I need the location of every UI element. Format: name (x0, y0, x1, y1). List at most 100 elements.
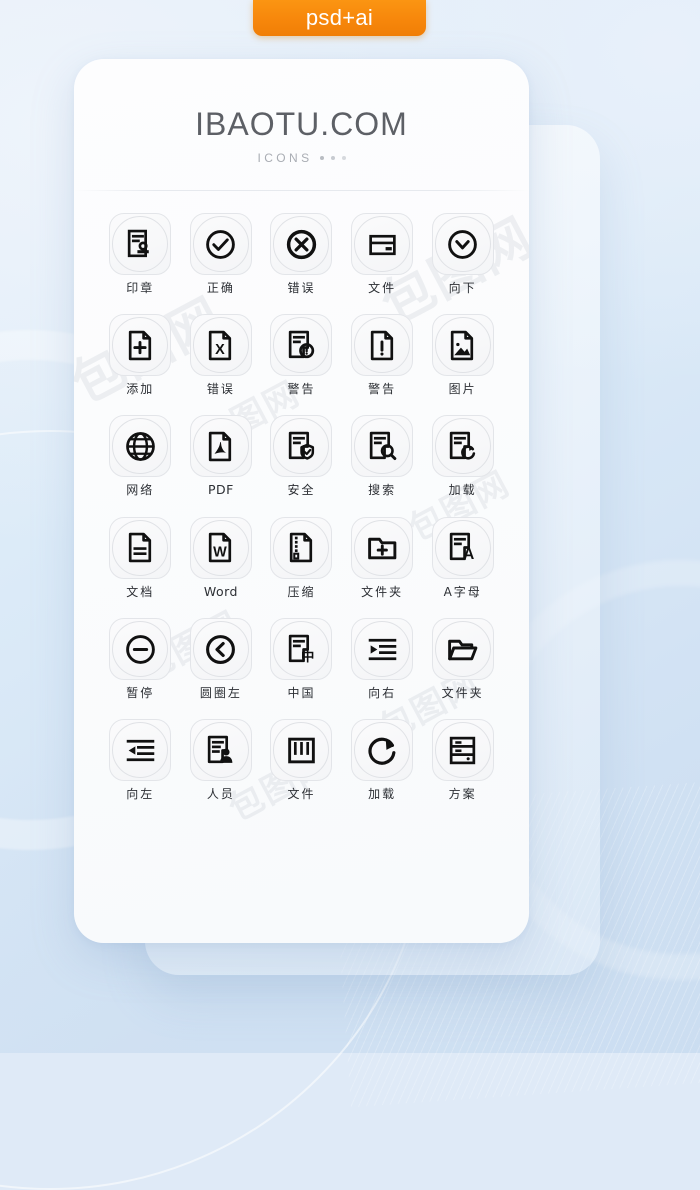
brand-subtitle-row: ICONS (74, 151, 529, 165)
icon-tile[interactable] (351, 719, 414, 781)
icon-tile[interactable] (109, 719, 172, 781)
document-alert-icon (288, 330, 315, 358)
icon-tile[interactable] (270, 314, 333, 376)
icon-tile[interactable] (109, 415, 172, 477)
document-search-icon (369, 431, 396, 460)
icon-cell[interactable]: 印章 (100, 213, 181, 294)
icon-cell[interactable]: 中国 (261, 618, 342, 699)
icon-tile[interactable] (431, 415, 494, 477)
icon-cell[interactable]: 向右 (342, 618, 423, 699)
icon-tile[interactable] (189, 719, 252, 781)
document-letter-a-icon (450, 532, 476, 564)
icon-cell[interactable]: PDF (181, 415, 262, 497)
icon-cell[interactable]: 压缩 (261, 516, 342, 599)
folder-open-icon (448, 639, 478, 660)
icon-cell[interactable]: 搜索 (342, 415, 423, 497)
file-exclamation-icon (370, 330, 393, 360)
card-header: IBAOTU.COM ICONS (74, 59, 529, 191)
icon-tile[interactable] (189, 213, 252, 275)
icon-tile[interactable] (431, 314, 494, 376)
icon-label: 暂停 (126, 686, 155, 700)
icon-tile[interactable] (189, 415, 252, 477)
icon-tile[interactable] (431, 618, 494, 680)
icon-cell[interactable]: 文件夹 (422, 618, 503, 699)
icon-tile[interactable] (109, 618, 172, 680)
dot-icon (341, 156, 346, 160)
icon-tile[interactable] (270, 618, 333, 680)
brand-title: IBAOTU.COM (195, 106, 408, 142)
icon-tile[interactable] (351, 415, 414, 477)
icon-tile[interactable] (109, 314, 172, 376)
icon-cell[interactable]: 添加 (100, 314, 181, 395)
chevron-left-circle-icon (206, 634, 236, 664)
icon-tile[interactable] (109, 516, 172, 579)
icon-cell[interactable]: 加载 (422, 415, 503, 497)
icon-cell[interactable]: 文件 (342, 213, 423, 294)
icon-tile[interactable] (351, 213, 414, 275)
icon-label: 搜索 (368, 483, 397, 497)
icon-label: 添加 (126, 382, 155, 396)
icon-label: 圆圈左 (199, 686, 242, 700)
file-image-icon (451, 330, 474, 360)
icon-tile[interactable] (431, 719, 494, 781)
icon-tile[interactable] (270, 213, 333, 275)
icon-label: 警告 (287, 382, 316, 396)
icon-tile[interactable] (109, 213, 172, 275)
icon-cell[interactable]: 暂停 (100, 618, 181, 699)
icon-tile[interactable] (351, 314, 414, 376)
icon-cell[interactable]: 安全 (261, 415, 342, 497)
minus-circle-icon (125, 634, 155, 664)
icon-tile[interactable] (351, 516, 414, 579)
icon-tile[interactable] (431, 213, 494, 275)
icon-cell[interactable]: 警告 (261, 314, 342, 395)
icon-tile[interactable] (270, 516, 333, 579)
icon-tile[interactable] (270, 719, 333, 781)
icon-label: 加载 (368, 787, 397, 801)
icon-cell[interactable]: 正确 (181, 213, 262, 294)
icon-cell[interactable]: 文件夹 (342, 516, 423, 599)
document-refresh-icon (450, 431, 476, 460)
icon-tile[interactable] (189, 314, 252, 376)
icon-label: 警告 (368, 382, 397, 396)
icon-cell[interactable]: 图片 (422, 314, 503, 395)
icon-cell[interactable]: 错误 (261, 213, 342, 294)
icon-tile[interactable] (189, 516, 252, 579)
book-icon (288, 737, 315, 763)
icon-cell[interactable]: 文档 (100, 516, 181, 599)
document-china-icon (288, 634, 316, 666)
icon-label: PDF (207, 482, 234, 497)
icon-tile[interactable] (351, 618, 414, 680)
icon-cell[interactable]: 向下 (422, 213, 503, 294)
icon-tile[interactable] (431, 516, 494, 579)
icon-label: 向下 (448, 281, 477, 295)
stamp-document-icon (127, 229, 153, 257)
icon-label: 压缩 (287, 584, 316, 599)
icon-cell[interactable]: 网络 (100, 415, 181, 497)
document-person-icon (208, 735, 235, 764)
icon-label: 加载 (448, 483, 477, 497)
icon-label: 安全 (287, 483, 316, 497)
icon-tile[interactable] (189, 618, 252, 680)
icon-cell[interactable]: 圆圈左 (181, 618, 262, 699)
icon-cell[interactable]: 错误 (181, 314, 262, 395)
header-divider (74, 190, 529, 191)
file-text-icon (128, 532, 151, 563)
icon-label: 文件 (368, 281, 397, 295)
icon-cell[interactable]: 方案 (422, 719, 503, 800)
dot-icon (319, 156, 324, 160)
icon-label: 图片 (448, 382, 477, 396)
icon-cell[interactable]: A字母 (422, 516, 503, 599)
chevron-down-circle-icon (448, 229, 478, 259)
icon-cell[interactable]: 人员 (181, 719, 262, 800)
icon-cell[interactable]: 向左 (100, 719, 181, 800)
icon-cell[interactable]: Word (181, 516, 262, 599)
file-pdf-icon (209, 431, 232, 461)
icon-tile[interactable] (270, 415, 333, 477)
card-file-icon (368, 234, 396, 255)
file-x-icon (209, 330, 232, 360)
icon-label: 人员 (206, 787, 235, 801)
icon-cell[interactable]: 文件 (261, 719, 342, 800)
icon-cell[interactable]: 加载 (342, 719, 423, 800)
icon-cell[interactable]: 警告 (342, 314, 423, 395)
document-shield-icon (288, 431, 315, 460)
